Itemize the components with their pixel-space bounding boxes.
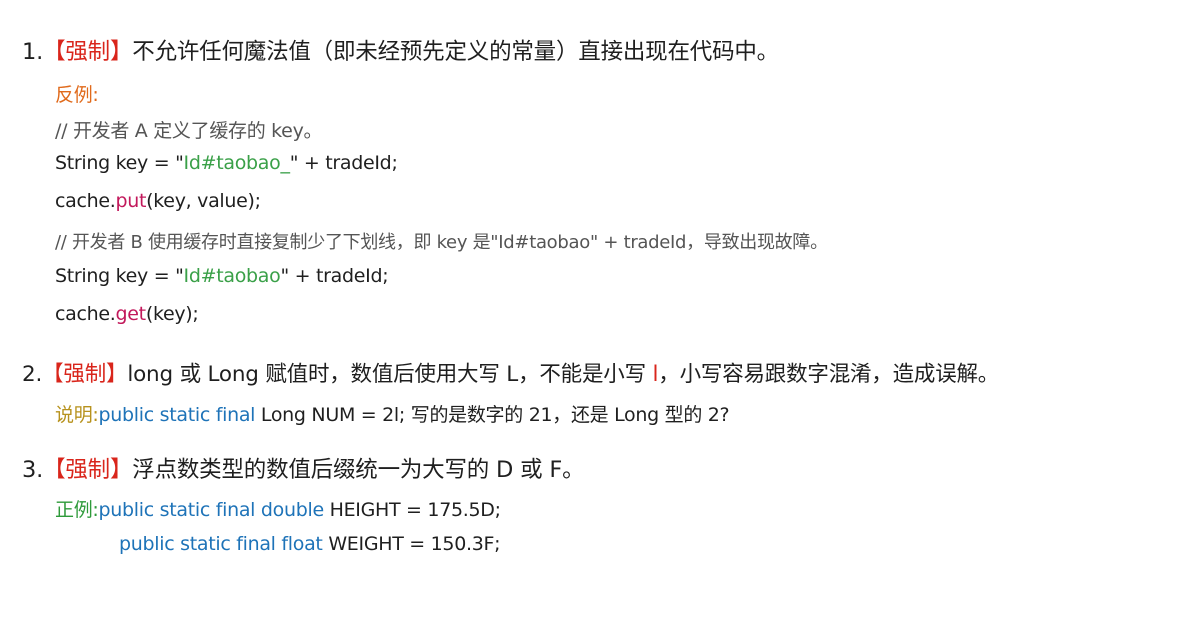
rule-tag: 【强制】 [42,362,128,387]
code-text: " + tradeId; [289,152,398,174]
code-keyword: public static final double [98,499,325,521]
code-line: cache.put(key, value); [55,190,261,212]
code-comment: // 开发者 B 使用缓存时直接复制少了下划线，即 key 是"Id#taoba… [55,232,828,253]
rule-text: 浮点数类型的数值后缀统一为大写的 D 或 F。 [132,457,585,483]
rule-text: long 或 Long 赋值时，数值后使用大写 L，不能是小写 [127,362,653,387]
positive-example-label: 正例: [55,499,99,521]
code-text: WEIGHT = 150.3F; [322,533,501,555]
code-comment: // 开发者 A 定义了缓存的 key。 [55,120,323,142]
rule-tag: 【强制】 [43,39,133,65]
note-line: 说明:public static final Long NUM = 2l; 写的… [55,400,730,427]
code-line: String key = "Id#taobao" + tradeId; [55,265,389,287]
code-keyword: public static final [98,404,256,426]
rule-text: ，小写容易跟数字混淆，造成误解。 [658,362,1000,387]
code-line: String key = "Id#taobao_" + tradeId; [55,152,398,174]
note-label: 说明: [55,404,99,426]
counter-example-label: 反例: [55,84,99,106]
code-method: put [115,190,147,212]
code-text: (key); [145,303,199,325]
code-text: (key, value); [146,190,261,212]
code-string: Id#taobao [183,265,281,287]
code-method: get [115,303,147,325]
rule-2-heading: 2.【强制】long 或 Long 赋值时，数值后使用大写 L，不能是小写 l，… [22,357,999,388]
code-text: cache. [55,190,116,212]
code-line: cache.get(key); [55,303,199,325]
code-text: HEIGHT = 175.5D; [323,499,501,521]
rule-number: 3. [22,457,44,483]
rule-1-heading: 1.【强制】不允许任何魔法值（即未经预先定义的常量）直接出现在代码中。 [22,34,779,66]
rule-number: 1. [22,39,44,65]
code-string: Id#taobao_ [183,152,290,174]
code-text: String key = " [55,152,184,174]
rule-number: 2. [22,362,43,387]
example-line: 正例:public static final double HEIGHT = 1… [55,495,501,522]
rule-tag: 【强制】 [43,457,133,483]
coding-guidelines-page: 1.【强制】不允许任何魔法值（即未经预先定义的常量）直接出现在代码中。 反例: … [0,0,1195,630]
code-text: " + tradeId; [280,265,389,287]
code-text: cache. [55,303,116,325]
code-keyword: public static final float [119,533,323,555]
code-text: String key = " [55,265,184,287]
rule-text: 不允许任何魔法值（即未经预先定义的常量）直接出现在代码中。 [132,39,779,65]
code-text: Long NUM = 2l; 写的是数字的 21，还是 Long 型的 2? [255,404,730,426]
example-line: public static final float WEIGHT = 150.3… [119,533,501,555]
rule-3-heading: 3.【强制】浮点数类型的数值后缀统一为大写的 D 或 F。 [22,452,585,484]
